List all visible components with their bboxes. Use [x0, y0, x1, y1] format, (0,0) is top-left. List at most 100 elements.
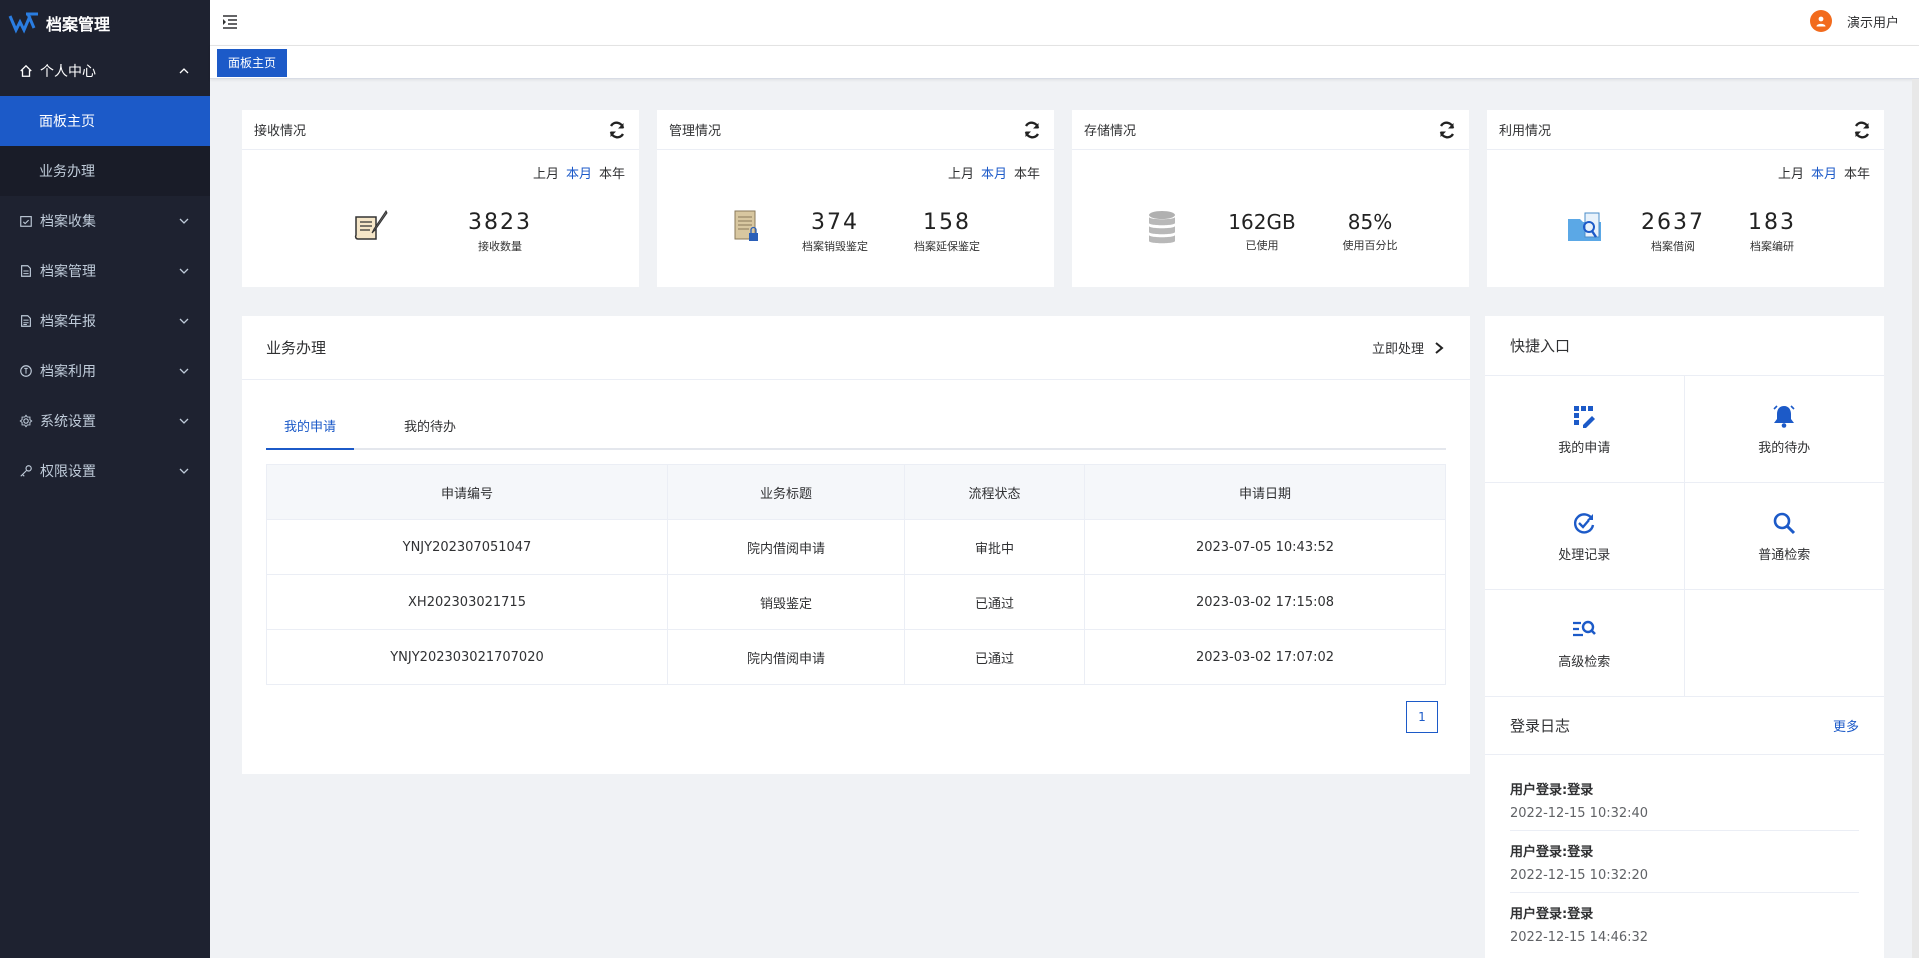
card-header: 接收情况	[242, 110, 639, 150]
stat-label: 档案延保鉴定	[914, 240, 980, 253]
login-log-more-link[interactable]: 更多	[1833, 716, 1859, 735]
stat-value: 162GB	[1228, 210, 1296, 234]
page-scrollbar[interactable]	[1912, 79, 1919, 958]
login-log-title: 登录日志	[1510, 717, 1571, 735]
refresh-icon[interactable]	[1022, 120, 1042, 140]
sidebar-group-annual[interactable]: 档案年报	[0, 296, 210, 346]
quick-my-applications[interactable]: 我的申请	[1485, 376, 1685, 483]
table-row[interactable]: XH202303021715 销毁鉴定 已通过 2023-03-02 17:15…	[266, 574, 1446, 630]
database-icon	[1149, 211, 1175, 244]
top-navbar: 演示用户	[210, 0, 1919, 46]
stat-used-percent: 85% 使用百分比	[1330, 210, 1410, 253]
quick-basic-search[interactable]: 普通检索	[1684, 483, 1884, 590]
stat-value: 158	[923, 210, 971, 235]
period-this-year[interactable]: 本年	[1844, 167, 1870, 182]
card-title: 存储情况	[1084, 124, 1137, 139]
period-this-year[interactable]: 本年	[599, 167, 625, 182]
column-header: 申请日期	[1084, 464, 1446, 520]
search-icon	[1773, 512, 1796, 534]
stat-card-storage: 存储情况 162GB 已使用 85% 使用百分比	[1072, 110, 1469, 287]
sidebar-group-personal[interactable]: 个人中心	[0, 46, 210, 96]
chevron-right-icon	[1435, 341, 1444, 354]
sidebar-group-label: 档案收集	[40, 214, 96, 230]
stat-compile: 183 档案编研	[1732, 210, 1812, 254]
card-title: 利用情况	[1499, 124, 1552, 139]
period-last-month[interactable]: 上月	[1778, 167, 1804, 182]
log-entry-title: 用户登录:登录	[1510, 845, 1594, 860]
stat-destroy: 374 档案销毁鉴定	[795, 210, 875, 254]
tab-my-applications[interactable]: 我的申请	[266, 408, 354, 450]
user-name: 演示用户	[1846, 15, 1899, 31]
period-switch: 上月 本月 本年	[941, 163, 1040, 182]
stat-label: 档案编研	[1750, 240, 1794, 253]
sidebar-group-label: 档案年报	[40, 314, 96, 330]
process-now-link[interactable]: 立即处理	[1372, 338, 1446, 357]
avatar	[1809, 10, 1832, 32]
sidebar-item-business[interactable]: 业务办理	[0, 146, 210, 196]
sidebar-group-label: 系统设置	[40, 414, 96, 430]
period-last-month[interactable]: 上月	[533, 167, 559, 182]
cell-app-no: YNJY202307051047	[266, 519, 668, 575]
table-row[interactable]: YNJY202303021707020 院内借阅申请 已通过 2023-03-0…	[266, 629, 1446, 685]
stat-label: 档案销毁鉴定	[802, 240, 868, 253]
period-this-month[interactable]: 本月	[1811, 167, 1837, 182]
period-this-month[interactable]: 本月	[566, 167, 592, 182]
sidebar-group-use[interactable]: 档案利用	[0, 346, 210, 396]
quick-my-todos[interactable]: 我的待办	[1684, 376, 1884, 483]
cell-status: 审批中	[904, 519, 1085, 575]
sidebar-group-label: 权限设置	[40, 464, 96, 480]
cell-title: 院内借阅申请	[667, 629, 905, 685]
log-entry-title: 用户登录:登录	[1510, 907, 1594, 922]
stat-label: 使用百分比	[1342, 239, 1398, 252]
card-header: 利用情况	[1487, 110, 1884, 150]
table-row[interactable]: YNJY202307051047 院内借阅申请 审批中 2023-07-05 1…	[266, 519, 1446, 575]
refresh-icon[interactable]	[1437, 120, 1457, 140]
tab-my-todos[interactable]: 我的待办	[392, 408, 468, 450]
apply-icon	[1574, 405, 1596, 428]
refresh-icon[interactable]	[607, 120, 627, 140]
period-this-month[interactable]: 本月	[981, 167, 1007, 182]
quick-entry-grid: 我的申请 我的待办 处理记录 普通检索 高级检索	[1485, 376, 1884, 697]
locked-document-icon	[734, 210, 758, 241]
user-menu[interactable]: 演示用户	[1809, 10, 1899, 32]
process-now-label: 立即处理	[1371, 342, 1424, 357]
sidebar-group-collect[interactable]: 档案收集	[0, 196, 210, 246]
log-entry-title: 用户登录:登录	[1510, 783, 1594, 798]
quick-empty-slot	[1684, 590, 1884, 697]
business-panel: 业务办理 立即处理 我的申请 我的待办 申请编号 业务标题 流程状态 申请日期 …	[242, 316, 1470, 774]
pagination-page[interactable]: 1	[1406, 701, 1438, 733]
card-header: 存储情况	[1072, 110, 1469, 150]
cell-date: 2023-03-02 17:15:08	[1084, 574, 1446, 630]
folder-search-icon	[1568, 212, 1601, 241]
stat-label: 接收数量	[478, 240, 522, 253]
log-entry-time: 2022-12-15 10:32:40	[1510, 806, 1649, 821]
cell-title: 销毁鉴定	[667, 574, 905, 630]
app-logo[interactable]: 档案管理	[0, 0, 210, 46]
menu-fold-icon[interactable]	[222, 15, 238, 29]
sidebar-group-label: 档案管理	[40, 264, 96, 280]
cell-app-no: XH202303021715	[266, 574, 668, 630]
sidebar-group-system[interactable]: 系统设置	[0, 396, 210, 446]
applications-table: 申请编号 业务标题 流程状态 申请日期 YNJY202307051047 院内借…	[266, 464, 1446, 685]
quick-history[interactable]: 处理记录	[1485, 483, 1685, 590]
login-log-entry: 用户登录:登录 2022-12-15 14:46:32	[1510, 893, 1859, 954]
submenu-personal: 面板主页 业务办理	[0, 96, 210, 196]
calendar-check-icon	[18, 213, 34, 229]
quick-item-label: 高级检索	[1558, 654, 1611, 670]
login-log-entry: 用户登录:登录 2022-12-15 10:32:20	[1510, 831, 1859, 893]
period-this-year[interactable]: 本年	[1014, 167, 1040, 182]
card-title: 接收情况	[254, 124, 307, 139]
sidebar-item-dashboard[interactable]: 面板主页	[0, 96, 210, 146]
period-last-month[interactable]: 上月	[948, 167, 974, 182]
card-title: 管理情况	[669, 124, 722, 139]
login-log-panel: 登录日志 更多 用户登录:登录 2022-12-15 10:32:40 用户登录…	[1485, 697, 1884, 958]
quick-advanced-search[interactable]: 高级检索	[1485, 590, 1685, 697]
log-entry-time: 2022-12-15 10:32:20	[1510, 868, 1649, 883]
history-check-icon	[1574, 512, 1595, 534]
sidebar-group-manage[interactable]: 档案管理	[0, 246, 210, 296]
tag-dashboard[interactable]: 面板主页	[217, 49, 288, 77]
sidebar-group-permission[interactable]: 权限设置	[0, 446, 210, 496]
advanced-search-icon	[1573, 620, 1597, 636]
chevron-down-icon	[179, 268, 189, 274]
refresh-icon[interactable]	[1852, 120, 1872, 140]
